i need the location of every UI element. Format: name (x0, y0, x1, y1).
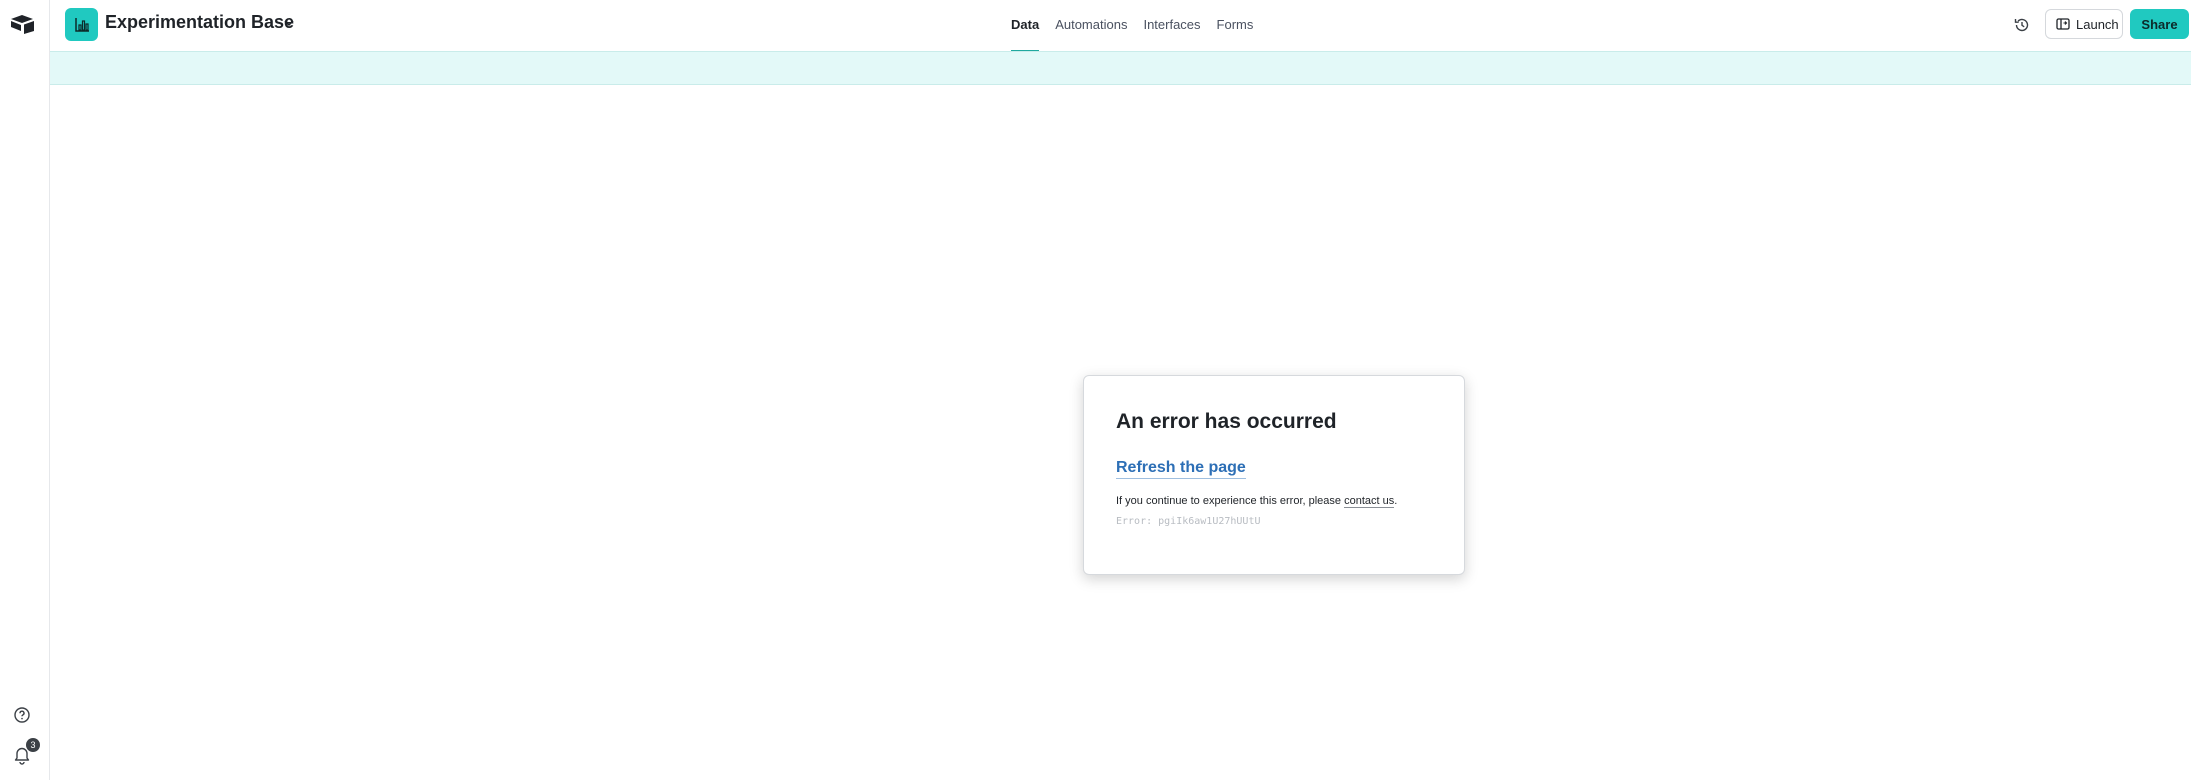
tab-interfaces[interactable]: Interfaces (1135, 0, 1208, 51)
base-icon[interactable] (65, 8, 98, 41)
base-title[interactable]: Experimentation Base (105, 12, 294, 33)
notification-badge: 3 (26, 738, 40, 752)
launch-icon (2056, 18, 2070, 30)
history-icon[interactable] (2013, 16, 2031, 34)
error-title: An error has occurred (1116, 410, 1337, 433)
error-code: Error: pgiIk6aw1U27hUUtU (1116, 516, 1261, 527)
error-message-text: If you continue to experience this error… (1116, 495, 1345, 507)
chart-icon (74, 17, 89, 32)
main-tabs: Data Automations Interfaces Forms (1003, 0, 1262, 52)
share-button[interactable]: Share (2130, 9, 2189, 39)
error-message: If you continue to experience this error… (1116, 495, 1398, 508)
error-dialog: An error has occurred Refresh the page I… (1083, 375, 1465, 575)
tab-data[interactable]: Data (1003, 0, 1047, 52)
launch-label: Launch (2076, 16, 2119, 32)
chevron-down-icon[interactable] (283, 17, 295, 29)
refresh-link[interactable]: Refresh the page (1116, 459, 1246, 479)
help-icon[interactable] (13, 706, 31, 724)
launch-button[interactable]: Launch (2045, 9, 2123, 39)
contact-us-link[interactable]: contact us (1344, 495, 1395, 508)
top-bar: Experimentation Base Data Automations In… (50, 0, 2191, 52)
error-message-end: . (1394, 495, 1398, 507)
airtable-logo-icon[interactable] (10, 14, 36, 34)
tab-forms[interactable]: Forms (1209, 0, 1262, 51)
tab-automations[interactable]: Automations (1047, 0, 1135, 51)
left-rail: 3 (0, 0, 50, 780)
toolbar-band (50, 51, 2191, 85)
